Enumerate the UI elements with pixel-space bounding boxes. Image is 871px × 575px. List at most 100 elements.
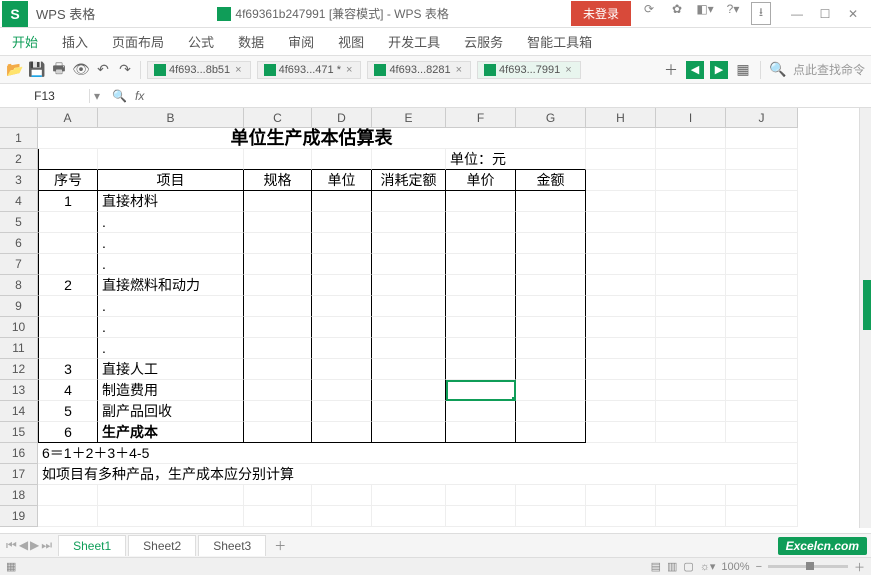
cell[interactable]: 规格	[244, 170, 312, 191]
cell[interactable]	[38, 506, 98, 527]
cell[interactable]	[656, 401, 726, 422]
row-header-1[interactable]: 1	[0, 128, 38, 149]
cell[interactable]	[586, 422, 656, 443]
row-header-16[interactable]: 16	[0, 443, 38, 464]
cell[interactable]: 生产成本	[98, 422, 244, 443]
cell[interactable]: .	[98, 296, 244, 317]
fx-icon[interactable]: fx	[135, 89, 144, 103]
cell[interactable]	[98, 149, 244, 170]
cell[interactable]	[726, 506, 798, 527]
col-header-I[interactable]: I	[656, 108, 726, 128]
col-header-A[interactable]: A	[38, 108, 98, 128]
cell[interactable]	[726, 296, 798, 317]
cell[interactable]	[586, 128, 656, 149]
cell[interactable]	[726, 275, 798, 296]
cell[interactable]: 消耗定额	[372, 170, 446, 191]
status-grid-icon[interactable]: ▦	[6, 560, 16, 573]
add-sheet-button[interactable]: ＋	[266, 537, 294, 554]
cell[interactable]: 5	[38, 401, 98, 422]
sidebar-handle[interactable]	[863, 280, 871, 330]
cell[interactable]	[586, 485, 656, 506]
cell[interactable]	[312, 233, 372, 254]
cell[interactable]	[586, 212, 656, 233]
cell[interactable]	[586, 233, 656, 254]
zoom-in-button[interactable]: ＋	[854, 559, 865, 575]
cell[interactable]	[244, 380, 312, 401]
cell[interactable]	[726, 233, 798, 254]
cell[interactable]	[38, 149, 98, 170]
col-header-J[interactable]: J	[726, 108, 798, 128]
row-header-3[interactable]: 3	[0, 170, 38, 191]
cell[interactable]	[372, 317, 446, 338]
cell[interactable]	[726, 254, 798, 275]
row-header-15[interactable]: 15	[0, 422, 38, 443]
cell[interactable]: 副产品回收	[98, 401, 244, 422]
cell[interactable]	[446, 296, 516, 317]
cell[interactable]	[726, 149, 798, 170]
help-icon[interactable]: ?▾	[723, 2, 743, 25]
cell[interactable]	[244, 317, 312, 338]
cell[interactable]	[312, 422, 372, 443]
file-tab[interactable]: 4f693...7991×	[477, 61, 581, 79]
cell[interactable]	[586, 275, 656, 296]
cell[interactable]	[516, 506, 586, 527]
cell[interactable]	[516, 254, 586, 275]
cell[interactable]	[38, 296, 98, 317]
cell[interactable]	[446, 191, 516, 212]
cell[interactable]	[446, 212, 516, 233]
cell[interactable]	[312, 506, 372, 527]
cell[interactable]: 2	[38, 275, 98, 296]
nav-next-icon[interactable]: ▶	[710, 61, 728, 79]
cell[interactable]	[446, 233, 516, 254]
file-tab[interactable]: 4f693...471 *×	[257, 61, 362, 79]
menu-开始[interactable]: 开始	[12, 32, 38, 51]
cell[interactable]	[726, 317, 798, 338]
cell[interactable]	[98, 506, 244, 527]
print-icon[interactable]: 🖶	[50, 61, 68, 79]
cell[interactable]: 制造费用	[98, 380, 244, 401]
cell[interactable]	[656, 380, 726, 401]
cell[interactable]	[312, 401, 372, 422]
cell[interactable]	[586, 338, 656, 359]
cell[interactable]	[446, 254, 516, 275]
cell[interactable]	[244, 149, 312, 170]
sheet-first-icon[interactable]: ⏮	[6, 538, 17, 553]
cell[interactable]	[244, 212, 312, 233]
cell[interactable]: .	[98, 254, 244, 275]
cell[interactable]	[312, 485, 372, 506]
name-box-arrow-icon[interactable]: ▾	[90, 89, 104, 103]
cell[interactable]	[312, 191, 372, 212]
cell[interactable]	[244, 275, 312, 296]
skin-icon[interactable]: ◧▾	[695, 2, 715, 25]
cell[interactable]	[38, 233, 98, 254]
cell[interactable]	[38, 254, 98, 275]
cell[interactable]: .	[98, 233, 244, 254]
row-header-17[interactable]: 17	[0, 464, 38, 485]
cell[interactable]: 1	[38, 191, 98, 212]
row-header-6[interactable]: 6	[0, 233, 38, 254]
cell[interactable]	[656, 485, 726, 506]
cell[interactable]	[372, 191, 446, 212]
row-header-7[interactable]: 7	[0, 254, 38, 275]
cell[interactable]	[38, 212, 98, 233]
cell[interactable]	[586, 359, 656, 380]
view-break-icon[interactable]: ▢	[683, 560, 693, 573]
menu-智能工具箱[interactable]: 智能工具箱	[527, 32, 592, 51]
col-header-F[interactable]: F	[446, 108, 516, 128]
cell[interactable]	[726, 380, 798, 401]
cell[interactable]	[726, 359, 798, 380]
maximize-button[interactable]: ☐	[815, 7, 835, 21]
sheet-tab-Sheet1[interactable]: Sheet1	[58, 535, 126, 556]
cell[interactable]	[586, 380, 656, 401]
cell[interactable]	[586, 401, 656, 422]
cell[interactable]	[726, 338, 798, 359]
cell[interactable]	[312, 254, 372, 275]
cell[interactable]	[372, 149, 446, 170]
redo-icon[interactable]: ↷	[116, 61, 134, 79]
cell[interactable]	[656, 170, 726, 191]
cell[interactable]: 3	[38, 359, 98, 380]
cell[interactable]	[244, 191, 312, 212]
grid-icon[interactable]: ▦	[734, 61, 752, 79]
cell[interactable]	[516, 296, 586, 317]
row-header-19[interactable]: 19	[0, 506, 38, 527]
